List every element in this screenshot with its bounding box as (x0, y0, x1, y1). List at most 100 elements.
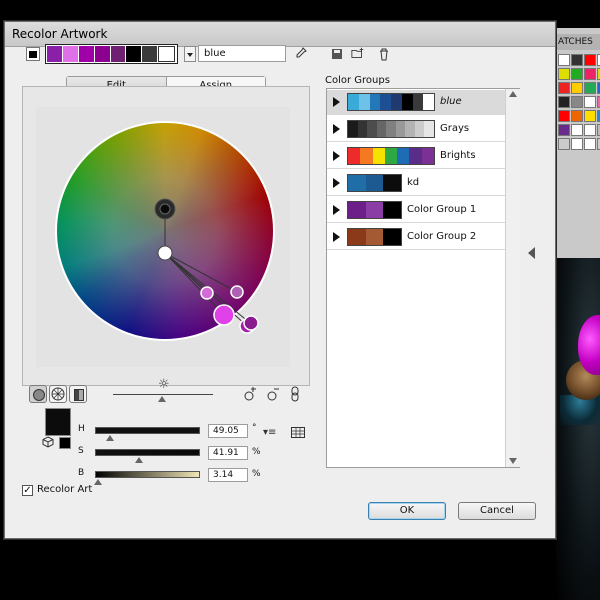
group-color-chip[interactable] (358, 94, 370, 110)
scroll-down-icon[interactable] (509, 458, 517, 464)
expand-triangle-icon[interactable] (333, 151, 340, 161)
color-marker-5[interactable] (243, 315, 259, 331)
group-color-chip[interactable] (383, 229, 401, 245)
color-group-row[interactable]: Grays (327, 117, 505, 142)
swatch-cell[interactable] (571, 124, 583, 136)
color-group-swatches[interactable] (347, 147, 435, 165)
s-value-field[interactable]: 41.91 (208, 446, 248, 460)
group-color-chip[interactable] (348, 121, 358, 137)
swatch-cell[interactable] (584, 138, 596, 150)
group-color-chip[interactable] (409, 148, 422, 164)
swatch-cell[interactable] (584, 124, 596, 136)
group-color-chip[interactable] (365, 202, 384, 218)
group-color-chip[interactable] (397, 148, 410, 164)
group-color-chip[interactable] (348, 202, 366, 218)
b-value-field[interactable]: 3.14 (208, 468, 248, 482)
swatch-cell[interactable] (571, 68, 583, 80)
color-table-icon[interactable] (291, 427, 305, 441)
expand-triangle-icon[interactable] (333, 232, 340, 242)
group-color-chip[interactable] (360, 148, 373, 164)
swatch-cell[interactable] (584, 96, 596, 108)
swatch-cell[interactable] (584, 54, 596, 66)
color-group-row[interactable]: Color Group 2 (327, 225, 505, 250)
b-slider-track[interactable] (95, 471, 200, 478)
group-color-chip[interactable] (357, 121, 368, 137)
group-color-chip[interactable] (391, 94, 402, 110)
color-bars-button[interactable] (69, 385, 87, 403)
color-group-row[interactable]: blue (327, 90, 505, 115)
h-slider-thumb[interactable] (105, 435, 114, 441)
swatch-cell[interactable] (584, 82, 596, 94)
group-color-chip[interactable] (365, 229, 384, 245)
h-slider-track[interactable] (95, 427, 200, 434)
s-slider-track[interactable] (95, 449, 200, 456)
group-color-chip[interactable] (348, 175, 366, 191)
color-mode-menu-icon[interactable]: ▾≡ (263, 427, 276, 438)
group-color-chip[interactable] (423, 94, 434, 110)
swatch-cell[interactable] (584, 110, 596, 122)
expand-triangle-icon[interactable] (333, 178, 340, 188)
swatch-cell[interactable] (584, 68, 596, 80)
group-color-chip[interactable] (380, 94, 391, 110)
base-color-marker[interactable] (159, 203, 171, 215)
expand-triangle-icon[interactable] (333, 124, 340, 134)
brightness-slider[interactable] (113, 394, 213, 395)
wheel-center-handle[interactable] (157, 245, 173, 261)
scroll-up-icon[interactable] (509, 91, 517, 97)
swatch-cell[interactable] (558, 68, 570, 80)
swatch-cell[interactable] (558, 138, 570, 150)
group-color-chip[interactable] (386, 121, 396, 137)
expand-triangle-icon[interactable] (333, 97, 340, 107)
group-color-chip[interactable] (383, 175, 401, 191)
group-color-chip[interactable] (395, 121, 406, 137)
group-color-chip[interactable] (412, 94, 424, 110)
smooth-wheel-button[interactable] (29, 385, 47, 403)
s-slider-thumb[interactable] (135, 457, 144, 463)
group-color-chip[interactable] (348, 94, 359, 110)
add-color-tool-icon[interactable] (243, 386, 257, 405)
group-color-chip[interactable] (376, 121, 387, 137)
group-color-chip[interactable] (424, 121, 434, 137)
color-marker-1[interactable] (200, 286, 214, 300)
swatch-cell[interactable] (571, 110, 583, 122)
group-color-chip[interactable] (383, 202, 401, 218)
swatch-cell[interactable] (571, 96, 583, 108)
ok-button[interactable]: OK (368, 502, 446, 520)
color-group-row[interactable]: Brights (327, 144, 505, 169)
color-group-swatches[interactable] (347, 201, 402, 219)
color-group-row[interactable]: kd (327, 171, 505, 196)
group-color-chip[interactable] (369, 94, 381, 110)
group-color-chip[interactable] (348, 148, 361, 164)
group-color-chip[interactable] (405, 121, 415, 137)
color-group-row[interactable]: Color Group 1 (327, 198, 505, 223)
h-value-field[interactable]: 49.05 (208, 424, 248, 438)
remove-color-tool-icon[interactable] (266, 386, 280, 405)
swatch-cell[interactable] (558, 124, 570, 136)
cube-icon[interactable] (42, 436, 54, 451)
group-color-chip[interactable] (414, 121, 425, 137)
b-slider-thumb[interactable] (94, 479, 103, 485)
color-marker-2[interactable] (230, 285, 244, 299)
group-color-chip[interactable] (365, 175, 384, 191)
cancel-button[interactable]: Cancel (458, 502, 536, 520)
group-color-chip[interactable] (348, 229, 366, 245)
brightness-slider-thumb[interactable] (158, 396, 166, 402)
link-harmony-icon[interactable] (290, 386, 300, 405)
swatch-cell[interactable] (558, 110, 570, 122)
group-color-chip[interactable] (372, 148, 385, 164)
group-color-chip[interactable] (401, 94, 413, 110)
secondary-swatch[interactable] (59, 437, 71, 449)
swatch-cell[interactable] (571, 82, 583, 94)
swatch-cell[interactable] (558, 54, 570, 66)
group-color-chip[interactable] (384, 148, 398, 164)
color-group-swatches[interactable] (347, 174, 402, 192)
recolor-art-checkbox[interactable]: ✓ (22, 485, 33, 496)
color-group-swatches[interactable] (347, 93, 435, 111)
segmented-wheel-button[interactable] (49, 385, 67, 403)
swatch-cell[interactable] (571, 54, 583, 66)
group-color-chip[interactable] (367, 121, 377, 137)
expand-triangle-icon[interactable] (333, 205, 340, 215)
swatch-cell[interactable] (571, 138, 583, 150)
collapse-groups-icon[interactable] (528, 247, 535, 259)
swatch-cell[interactable] (558, 82, 570, 94)
